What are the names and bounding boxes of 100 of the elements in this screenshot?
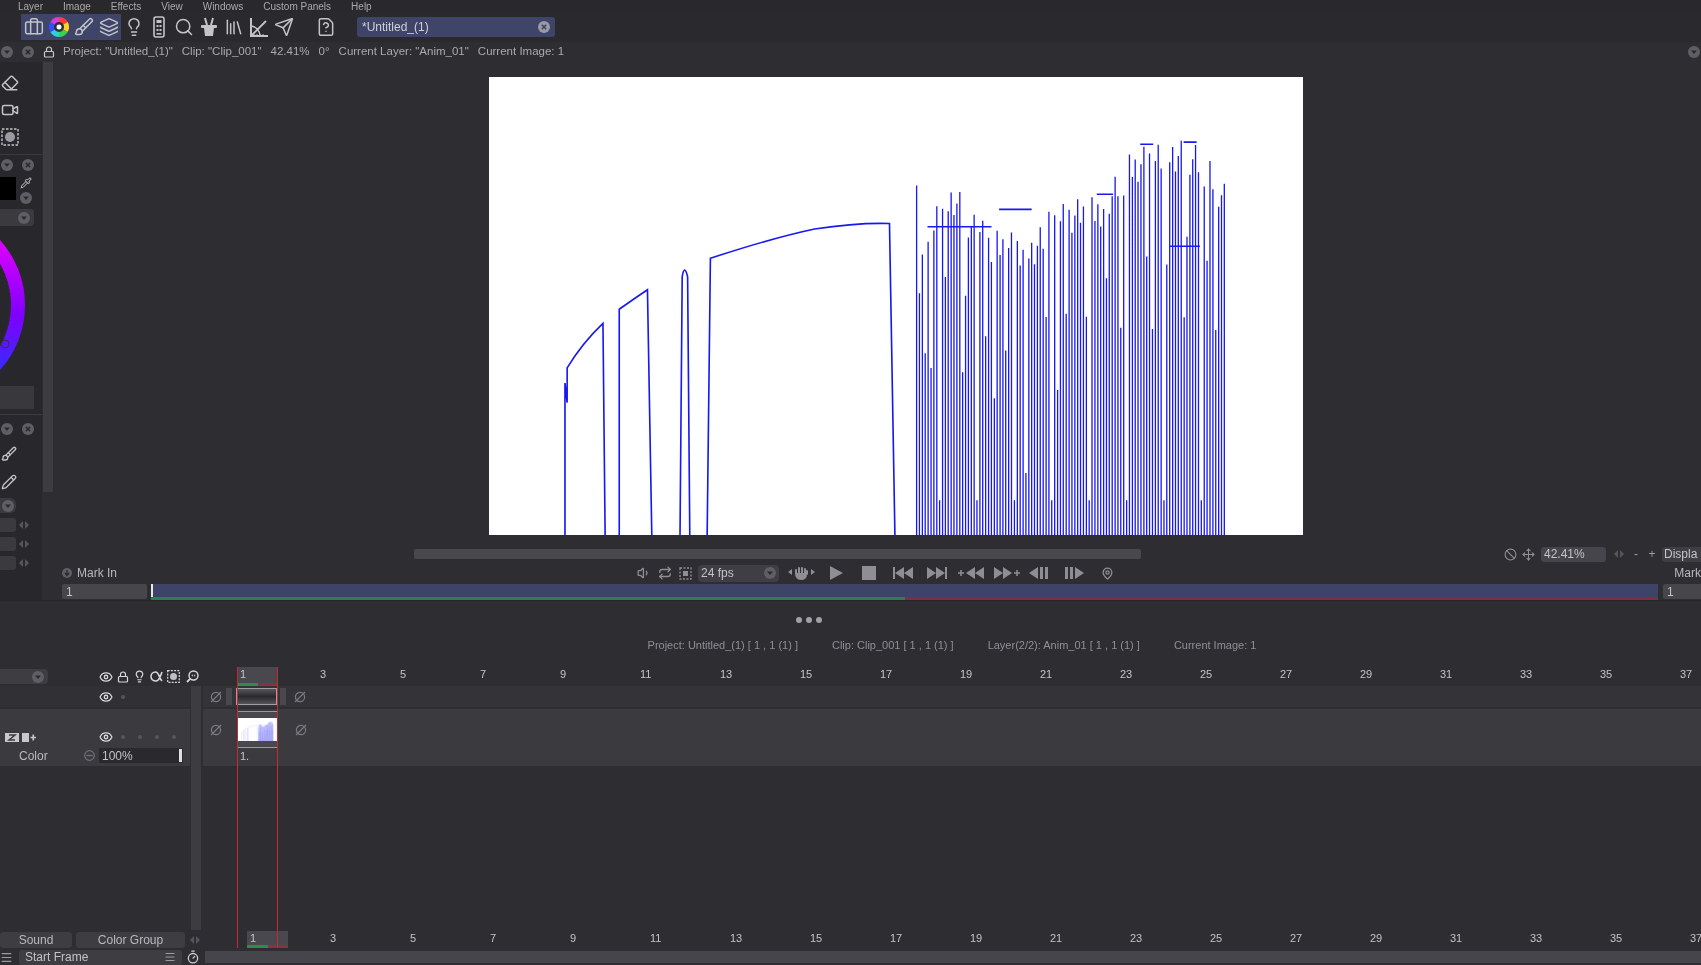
- frame-number[interactable]: 29: [1367, 931, 1408, 948]
- frame-number[interactable]: 31: [1447, 931, 1488, 948]
- timeline-button[interactable]: Color Group: [76, 931, 185, 948]
- frame-number[interactable]: 13: [717, 667, 758, 686]
- dropdown-caret-icon[interactable]: [32, 670, 44, 683]
- menu-icon[interactable]: [0, 950, 13, 964]
- frame-number[interactable]: 9: [567, 931, 608, 948]
- frame-number[interactable]: 3: [317, 667, 358, 686]
- collapse-icon[interactable]: [1, 423, 13, 435]
- display-button[interactable]: Displa: [1662, 546, 1701, 562]
- close-icon[interactable]: [22, 159, 34, 171]
- menu-item[interactable]: Custom Panels: [263, 0, 332, 12]
- frame-number[interactable]: 29: [1357, 667, 1398, 686]
- color-wheel[interactable]: [0, 240, 26, 370]
- dropdown-caret-icon[interactable]: [18, 211, 30, 224]
- mark-out-label[interactable]: Mark: [1674, 564, 1701, 582]
- frame-number[interactable]: 5: [397, 667, 438, 686]
- frame-number[interactable]: 7: [477, 667, 518, 686]
- frame-number[interactable]: 25: [1207, 931, 1248, 948]
- plus-rewind-icon[interactable]: [958, 567, 984, 579]
- menu-item[interactable]: Help: [351, 0, 372, 12]
- menu-item[interactable]: Effects: [110, 0, 142, 12]
- menu-item[interactable]: Layer: [18, 0, 43, 12]
- frame-number[interactable]: 27: [1277, 667, 1318, 686]
- frame-number[interactable]: 35: [1607, 931, 1648, 948]
- horizontal-scrollbar[interactable]: [205, 951, 1701, 963]
- frame-number[interactable]: 25: [1197, 667, 1238, 686]
- frame-number[interactable]: 17: [877, 667, 918, 686]
- frame-number[interactable]: 11: [637, 667, 678, 686]
- opacity-field[interactable]: 100%: [99, 748, 183, 763]
- alpha-icon[interactable]: [150, 671, 163, 682]
- frame-number[interactable]: 37: [1687, 931, 1701, 948]
- mask-icon[interactable]: [167, 670, 180, 683]
- collapse-icon[interactable]: [1, 46, 13, 58]
- frame-thumbnail[interactable]: [237, 711, 278, 748]
- stopwatch-icon[interactable]: [186, 950, 200, 964]
- frame-number[interactable]: 5: [407, 931, 448, 948]
- frame-number[interactable]: 11: [647, 931, 688, 948]
- timeline-button[interactable]: Sound: [0, 931, 72, 948]
- map-pin-icon[interactable]: [1101, 566, 1114, 580]
- close-icon[interactable]: [22, 423, 34, 435]
- frame-number[interactable]: 13: [727, 931, 768, 948]
- arrow-down-circle-icon[interactable]: [62, 568, 72, 578]
- frame-number[interactable]: 23: [1117, 667, 1158, 686]
- playhead-marker[interactable]: [151, 583, 153, 597]
- minus-circle-icon[interactable]: [84, 750, 95, 761]
- eye-icon[interactable]: [99, 669, 113, 684]
- collapse-icon[interactable]: [1688, 46, 1700, 58]
- frame-number[interactable]: 15: [797, 667, 838, 686]
- lock-icon[interactable]: [43, 46, 55, 58]
- start-frame-field[interactable]: 1: [62, 584, 147, 599]
- menu-item[interactable]: Image: [63, 0, 91, 12]
- fit-frame-icon[interactable]: [679, 566, 692, 580]
- brush-icon[interactable]: [1, 446, 17, 462]
- frame-number[interactable]: 31: [1437, 667, 1478, 686]
- reset-rotation-icon[interactable]: [1504, 547, 1517, 561]
- frame-number[interactable]: 37: [1677, 667, 1701, 686]
- center-view-icon[interactable]: [1522, 547, 1535, 561]
- skip-to-start-icon[interactable]: [893, 567, 913, 579]
- step-back-icon[interactable]: [1029, 567, 1049, 579]
- skip-to-end-icon[interactable]: [927, 567, 947, 579]
- zoom-frames-icon[interactable]: [186, 670, 199, 683]
- frame-number[interactable]: 9: [557, 667, 598, 686]
- mark-in-label[interactable]: Mark In: [77, 564, 117, 582]
- frame-number[interactable]: 35: [1597, 667, 1638, 686]
- frame-number[interactable]: 3: [327, 931, 368, 948]
- blend-mode-label[interactable]: Color: [19, 746, 81, 765]
- canvas[interactable]: [489, 77, 1303, 535]
- frame-number[interactable]: 19: [957, 667, 998, 686]
- step-forward-icon[interactable]: [1064, 567, 1084, 579]
- end-frame-field[interactable]: 1: [1663, 584, 1701, 599]
- dropdown-caret-icon[interactable]: [764, 567, 776, 579]
- frame-number[interactable]: 17: [887, 931, 928, 948]
- close-icon[interactable]: [22, 46, 34, 58]
- frame-number[interactable]: 19: [967, 931, 1008, 948]
- play-icon[interactable]: [829, 566, 843, 580]
- frame-number[interactable]: 21: [1047, 931, 1088, 948]
- frame-number[interactable]: 1: [247, 931, 288, 948]
- eye-icon[interactable]: [99, 689, 113, 704]
- eyedropper-icon[interactable]: [20, 177, 32, 189]
- lightbulb-icon[interactable]: [133, 670, 146, 683]
- frame-number[interactable]: 27: [1287, 931, 1328, 948]
- frame-number[interactable]: 15: [807, 931, 848, 948]
- menu-icon[interactable]: [164, 951, 176, 963]
- eye-icon[interactable]: [99, 730, 113, 744]
- frame-number[interactable]: 21: [1037, 667, 1078, 686]
- toolbar-button[interactable]: [21, 14, 46, 40]
- horizontal-scrollbar[interactable]: [414, 549, 1141, 559]
- menu-item[interactable]: Windows: [202, 0, 244, 12]
- close-icon[interactable]: [538, 21, 550, 33]
- frame-number[interactable]: 33: [1517, 667, 1558, 686]
- frame-number[interactable]: 23: [1127, 931, 1168, 948]
- color-swatch-icon[interactable]: [0, 177, 16, 200]
- eraser-icon[interactable]: [1, 74, 19, 92]
- dot-icon[interactable]: [121, 694, 125, 699]
- frame-number[interactable]: 1: [237, 667, 278, 686]
- drag-handle-icon[interactable]: [796, 616, 822, 623]
- zoom-in-button[interactable]: +: [1647, 547, 1657, 561]
- opacity-handle[interactable]: [179, 749, 182, 762]
- toolbar-button[interactable]: [46, 14, 71, 40]
